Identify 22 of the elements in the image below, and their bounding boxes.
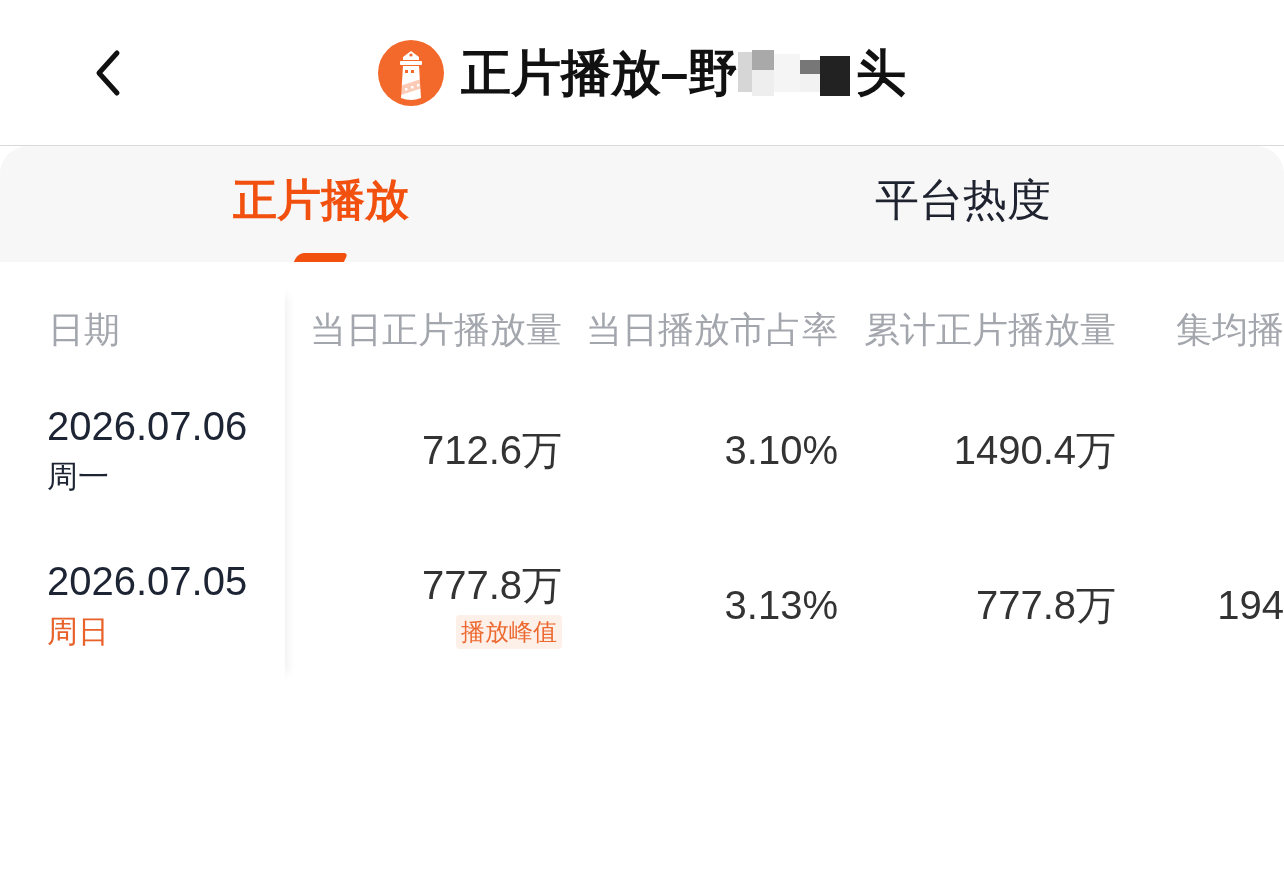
table-cell-text: 712.6万: [421, 426, 562, 474]
table-cell-text: 194: [1217, 581, 1284, 629]
column-header: 累计正片播放量: [864, 307, 1116, 352]
page-title: 正片播放–野: [460, 43, 739, 103]
column-header: 集均播: [1176, 307, 1284, 352]
weekday-text: 周日: [47, 613, 109, 651]
tab-indicator: [293, 253, 349, 262]
date-text: 2026.07.06: [47, 403, 248, 450]
table-cell-text: 3.10%: [724, 426, 838, 474]
tab[interactable]: 平台热度: [642, 146, 1284, 262]
column-header: 日期: [48, 307, 120, 352]
table-cell-text: 3.13%: [724, 581, 838, 629]
peak-tag: 播放峰值: [456, 614, 562, 649]
table-cell-text: 777.8万: [421, 561, 562, 609]
table-cell-text: 1490.4万: [953, 426, 1116, 474]
weekday-text: 周一: [47, 458, 109, 496]
tower-logo-icon: [377, 39, 444, 106]
table-cell-text: 777.8万: [975, 581, 1116, 629]
date-text: 2026.07.05: [47, 558, 248, 605]
column-header: 当日播放市占率: [586, 307, 838, 352]
column-header: 当日正片播放量: [310, 307, 562, 352]
page-title: 头: [856, 43, 907, 103]
